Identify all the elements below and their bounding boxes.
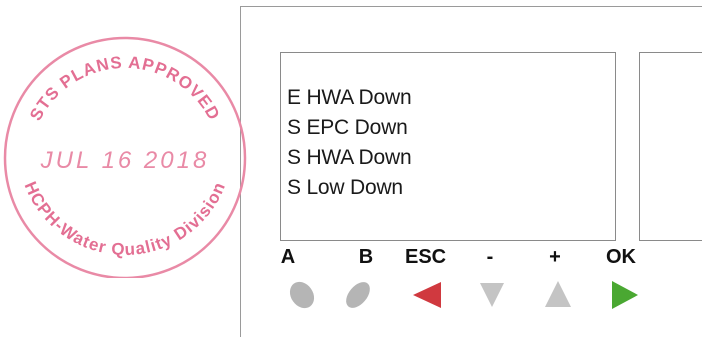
up-arrow-icon	[545, 281, 571, 307]
display-line: S Low Down	[287, 176, 403, 199]
secondary-display	[639, 52, 702, 241]
button-esc[interactable]	[407, 275, 447, 315]
button-b[interactable]	[338, 275, 378, 315]
right-arrow-icon	[612, 281, 638, 309]
left-arrow-icon	[413, 282, 441, 308]
button-minus[interactable]	[472, 275, 512, 315]
button-ok[interactable]	[604, 275, 644, 315]
button-plus[interactable]	[538, 275, 578, 315]
lcd-display: E HWA Down S EPC Down S HWA Down S Low D…	[280, 52, 616, 241]
button-a[interactable]	[282, 275, 322, 315]
stamp-date: JUL 16 2018	[40, 147, 210, 174]
oval-button-icon	[346, 282, 370, 308]
approval-stamp: STS PLANS APPROVED HCPH-Water Quality Di…	[3, 36, 247, 278]
oval-button-icon	[289, 281, 315, 309]
button-minus-label: -	[486, 246, 494, 268]
button-b-label: B	[358, 246, 374, 268]
display-lines: E HWA Down S EPC Down S HWA Down S Low D…	[287, 83, 412, 203]
stamp-bottom-text: HCPH-Water Quality Division	[21, 179, 229, 259]
stamp-top-text: STS PLANS APPROVED	[26, 53, 223, 124]
svg-text:STS PLANS APPROVED: STS PLANS APPROVED	[26, 53, 224, 124]
down-arrow-icon	[480, 283, 504, 307]
button-ok-label: OK	[606, 246, 636, 268]
button-esc-label: ESC	[405, 246, 447, 268]
display-line: E HWA Down	[287, 86, 412, 109]
button-plus-label: +	[549, 246, 561, 268]
display-line: S EPC Down	[287, 116, 408, 139]
svg-text:HCPH-Water Quality Division: HCPH-Water Quality Division	[21, 179, 230, 259]
display-line: S HWA Down	[287, 146, 412, 169]
button-a-label: A	[280, 246, 296, 268]
